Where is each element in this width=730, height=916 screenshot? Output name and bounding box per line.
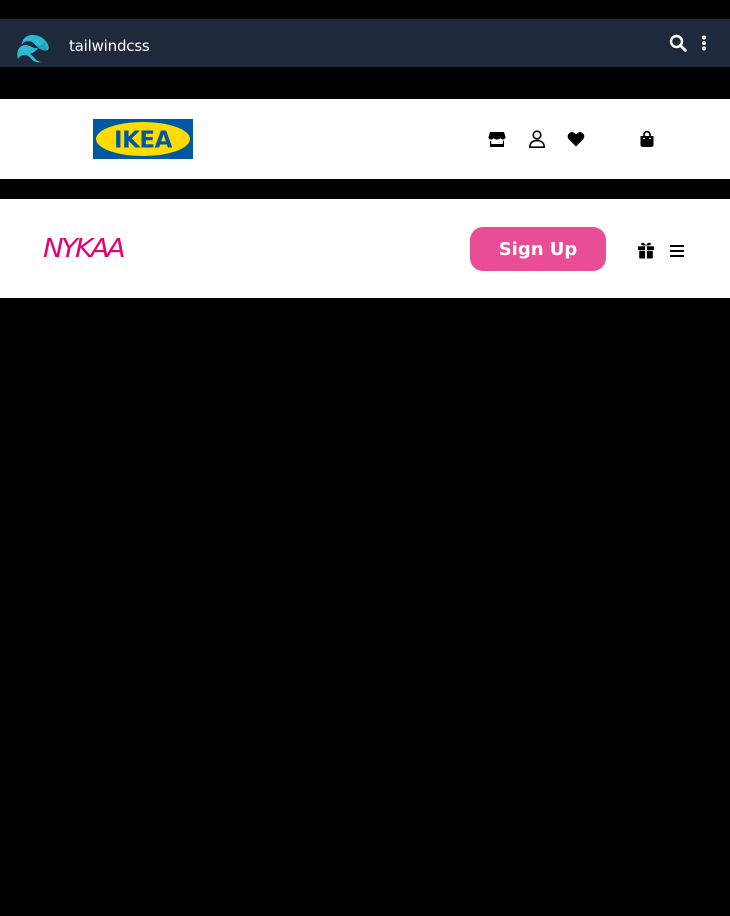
sign-up-button[interactable]: Sign Up [470,227,606,271]
ikea-header: IKEA [0,99,730,179]
shopping-bag-icon[interactable] [638,130,656,148]
hamburger-menu-icon[interactable] [669,243,685,259]
svg-text:IKEA: IKEA [114,128,173,154]
tailwind-logo-icon[interactable] [16,31,50,63]
store-icon[interactable] [488,130,506,148]
ikea-logo[interactable]: IKEA [93,119,193,159]
search-icon[interactable] [669,34,687,52]
heart-icon[interactable] [567,130,585,148]
tailwind-header: tailwindcss [0,19,730,67]
user-icon[interactable] [528,130,546,148]
more-vertical-icon[interactable] [699,35,709,51]
nykaa-header: NYKAA Sign Up [0,199,730,298]
nykaa-logo[interactable]: NYKAA [42,232,126,262]
svg-text:NYKAA: NYKAA [43,234,124,262]
page: tailwindcss IKEA NYKAA Sign Up [0,0,730,916]
app-title: tailwindcss [69,37,150,55]
gift-icon[interactable] [637,241,655,259]
